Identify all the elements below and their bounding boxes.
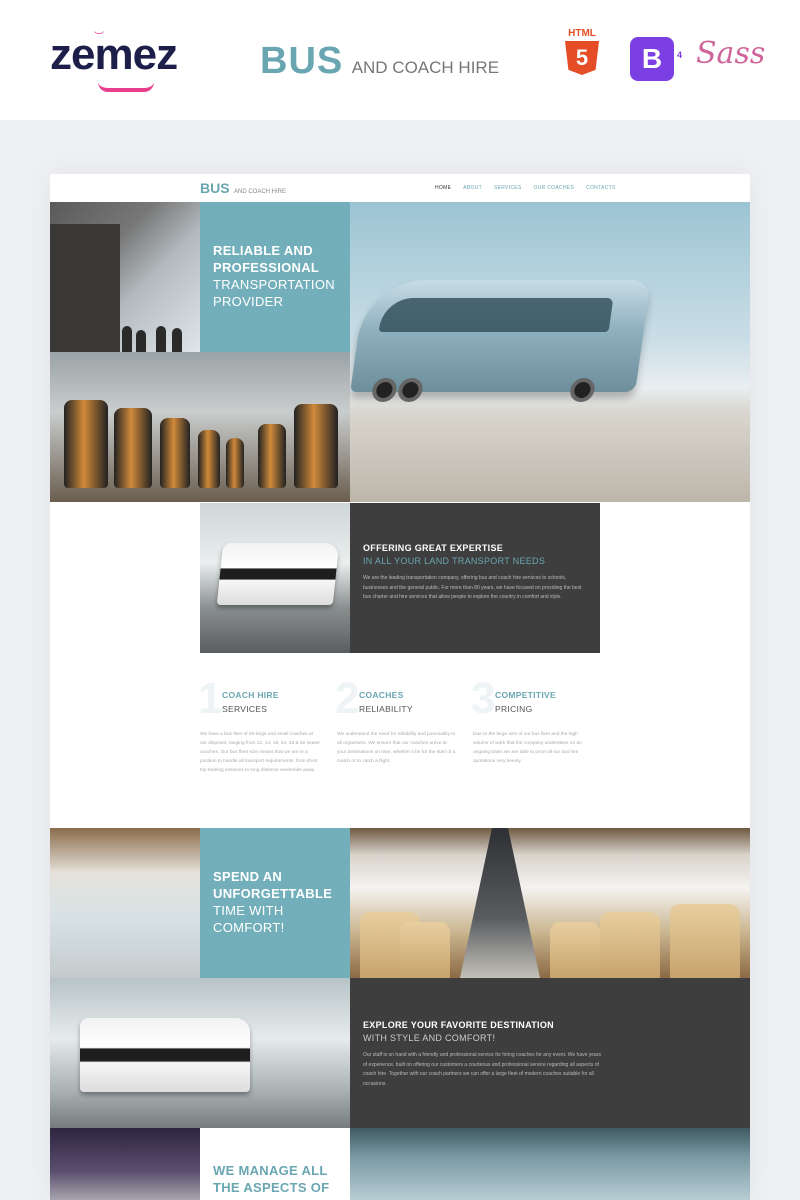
bootstrap-icon: B 4 <box>630 37 682 81</box>
explore-text: Our staff is on hand with a friendly and… <box>363 1052 601 1087</box>
feature-text: We understand the need for reliability a… <box>337 732 456 764</box>
feature-text: Due to the large size of our bus fleet a… <box>473 732 582 764</box>
nav-about[interactable]: ABOUT <box>463 185 482 191</box>
zemez-logo-smile <box>98 82 154 92</box>
comfort-text-tile: SPEND AN UNFORGETTABLE TIME WITH COMFORT… <box>200 828 350 978</box>
explore-subtitle: WITH STYLE AND COMFORT! <box>363 1033 496 1043</box>
main-nav: HOME ABOUT SERVICES OUR COACHES CONTACTS <box>435 185 616 191</box>
promo-banner: ︶ zemez BUS AND COACH HIRE HTML 5 B 4 Sa… <box>0 0 800 120</box>
feature-subtitle: PRICING <box>495 704 533 714</box>
site-logo-rest: AND COACH HIRE <box>234 189 287 195</box>
bus-interior-photo <box>350 828 750 978</box>
feature-number: 2 <box>335 674 360 723</box>
hero-line-3: TRANSPORTATION <box>213 277 335 292</box>
html5-shield: 5 <box>565 41 599 75</box>
office-photo <box>50 202 200 352</box>
comfort-line-1: SPEND AN <box>213 869 283 884</box>
feature-text: We have a bus fleet of 50-large and smal… <box>200 732 320 773</box>
bootstrap-version: 4 <box>676 50 682 60</box>
site-logo[interactable]: BUS AND COACH HIRE <box>200 180 286 198</box>
manage-line-2: THE ASPECTS OF <box>213 1180 330 1195</box>
expertise-subtitle: IN ALL YOUR LAND TRANSPORT NEEDS <box>363 556 546 566</box>
hero-text-tile: RELIABLE AND PROFESSIONAL TRANSPORTATION… <box>200 202 350 352</box>
sass-icon: Sass <box>696 36 766 71</box>
explore-panel: EXPLORE YOUR FAVORITE DESTINATION WITH S… <box>350 978 750 1128</box>
template-title: BUS AND COACH HIRE <box>260 40 499 83</box>
feature-title: COACHES <box>359 690 404 700</box>
hero-line-2: PROFESSIONAL <box>213 260 320 275</box>
nav-services[interactable]: SERVICES <box>494 185 522 191</box>
site-header: BUS AND COACH HIRE HOME ABOUT SERVICES O… <box>50 174 750 202</box>
feature-reliability: 2 COACHES RELIABILITY We understand the … <box>335 674 457 766</box>
template-title-bus: BUS <box>260 40 344 82</box>
feature-subtitle: RELIABILITY <box>359 704 413 714</box>
cabin-detail-photo <box>50 828 200 978</box>
template-title-rest: AND COACH HIRE <box>351 58 500 77</box>
site-logo-bus: BUS <box>200 180 230 196</box>
nav-contacts[interactable]: CONTACTS <box>586 185 616 191</box>
terminal-bus-photo <box>50 978 350 1128</box>
interior-purple-photo <box>50 1128 200 1200</box>
expertise-text: We are the leading transportation compan… <box>363 575 582 600</box>
feature-title: COMPETITIVE <box>495 690 556 700</box>
html5-icon: HTML 5 <box>562 28 602 75</box>
bus-seats-photo <box>50 352 350 502</box>
feature-number: 1 <box>198 674 223 723</box>
expertise-title: OFFERING GREAT EXPERTISE <box>363 543 504 553</box>
template-preview: BUS AND COACH HIRE HOME ABOUT SERVICES O… <box>50 174 750 1200</box>
hero-line-4: PROVIDER <box>213 294 284 309</box>
feature-number: 3 <box>471 674 496 723</box>
hero-line-1: RELIABLE AND <box>213 243 313 258</box>
explore-title: EXPLORE YOUR FAVORITE DESTINATION <box>363 1020 554 1030</box>
zemez-logo[interactable]: zemez <box>50 30 178 80</box>
html5-label: HTML <box>568 28 596 39</box>
manage-line-1: WE MANAGE ALL <box>213 1163 328 1178</box>
nav-home[interactable]: HOME <box>435 185 451 191</box>
nav-our-coaches[interactable]: OUR COACHES <box>534 185 575 191</box>
coach-bus-photo <box>350 202 750 502</box>
comfort-line-3: TIME WITH <box>213 903 284 918</box>
comfort-line-2: UNFORGETTABLE <box>213 886 333 901</box>
manage-text-tile: WE MANAGE ALL THE ASPECTS OF <box>200 1128 350 1200</box>
expertise-panel: OFFERING GREAT EXPERTISE IN ALL YOUR LAN… <box>350 503 600 653</box>
feature-title: COACH HIRE <box>222 690 279 700</box>
features-section: 1 COACH HIRE SERVICES We have a bus flee… <box>198 674 600 802</box>
double-decker-photo <box>200 503 350 653</box>
bootstrap-letter: B <box>641 43 663 74</box>
feature-coach-hire: 1 COACH HIRE SERVICES We have a bus flee… <box>198 674 320 775</box>
sky-photo <box>350 1128 750 1200</box>
feature-subtitle: SERVICES <box>222 704 268 714</box>
feature-pricing: 3 COMPETITIVE PRICING Due to the large s… <box>471 674 593 766</box>
comfort-line-4: COMFORT! <box>213 920 285 935</box>
